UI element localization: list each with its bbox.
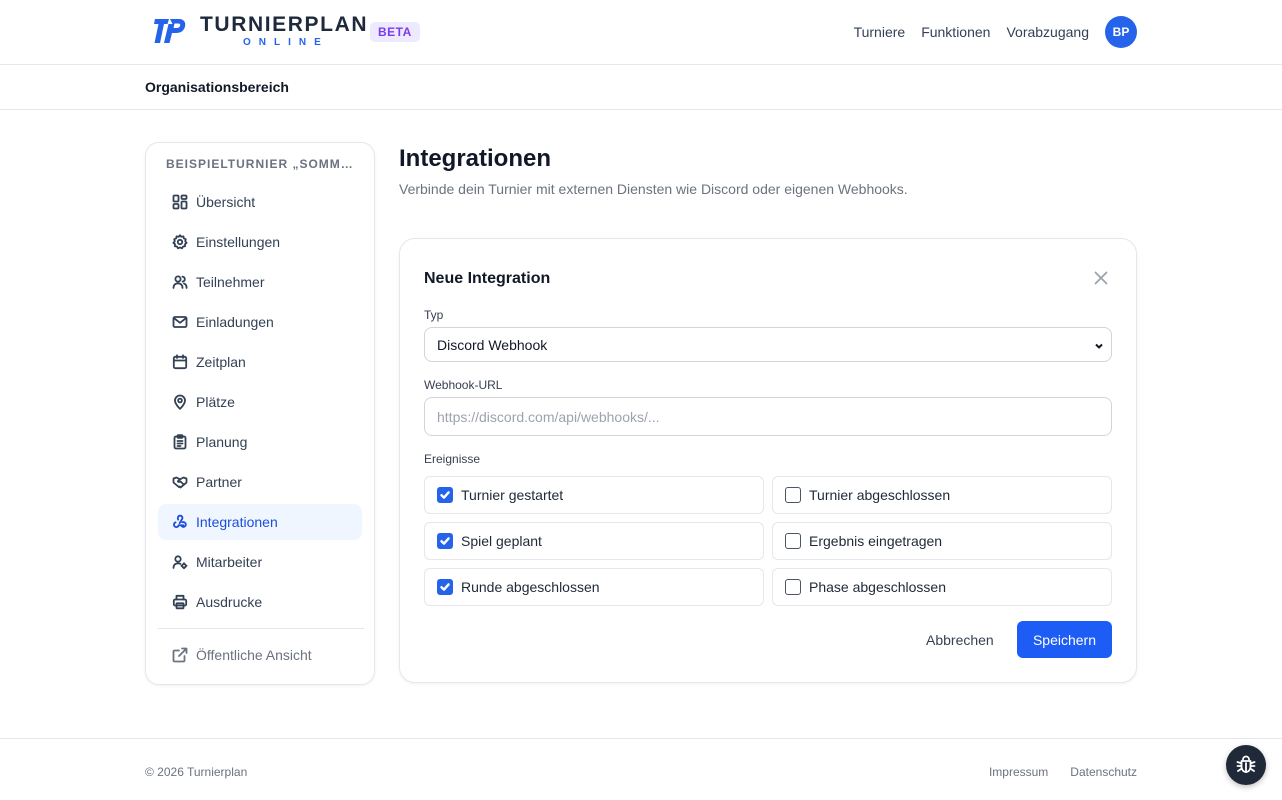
- sidebar-item-mitarbeiter[interactable]: Mitarbeiter: [158, 544, 362, 580]
- map-pin-icon: [172, 394, 188, 410]
- clipboard-icon: [172, 434, 188, 450]
- sidebar-item-label: Öffentliche Ansicht: [196, 647, 312, 663]
- logo-mark-icon: [154, 19, 186, 43]
- chevron-down-icon: [1093, 339, 1105, 351]
- check-icon: [440, 537, 450, 545]
- handshake-icon: [172, 474, 188, 490]
- event-option-runde-abgeschlossen[interactable]: Runde abgeschlossen: [424, 568, 764, 606]
- sidebar-item-label: Ausdrucke: [196, 594, 263, 610]
- webhook-url-input[interactable]: [424, 397, 1112, 436]
- tournament-name: BEISPIELTURNIER „SOMMER...: [166, 157, 356, 171]
- save-button[interactable]: Speichern: [1017, 621, 1112, 658]
- page-title: Integrationen: [399, 145, 552, 172]
- external-link-icon: [172, 647, 188, 663]
- sub-header: Organisationsbereich: [0, 65, 1282, 110]
- webhook-url-label: Webhook-URL: [424, 378, 503, 392]
- sidebar-item-label: Plätze: [196, 394, 235, 410]
- footer: © 2026 Turnierplan Impressum Datenschutz: [0, 738, 1282, 800]
- printer-icon: [172, 594, 188, 610]
- mail-icon: [172, 314, 188, 330]
- sidebar-item-einladungen[interactable]: Einladungen: [158, 304, 362, 340]
- logo-subtitle: ONLINE: [243, 37, 329, 48]
- sidebar-item-zeitplan[interactable]: Zeitplan: [158, 344, 362, 380]
- sidebar-divider: [158, 628, 364, 629]
- event-option-ergebnis-eingetragen[interactable]: Ergebnis eingetragen: [772, 522, 1112, 560]
- sidebar-item-einstellungen[interactable]: Einstellungen: [158, 224, 362, 260]
- check-icon: [440, 491, 450, 499]
- cancel-button[interactable]: Abbrechen: [914, 622, 1006, 658]
- sidebar-item-label: Zeitplan: [196, 354, 246, 370]
- webhook-icon: [172, 514, 188, 530]
- event-label: Turnier abgeschlossen: [809, 487, 951, 503]
- checkbox-checked[interactable]: [437, 579, 453, 595]
- users-icon: [172, 274, 188, 290]
- footer-links: Impressum Datenschutz: [967, 765, 1137, 779]
- calendar-icon: [172, 354, 188, 370]
- sidebar-item-label: Übersicht: [196, 194, 256, 210]
- sidebar-item-label: Teilnehmer: [196, 274, 265, 290]
- check-icon: [440, 583, 450, 591]
- sidebar-item-uebersicht[interactable]: Übersicht: [158, 184, 362, 220]
- sidebar-item-label: Einladungen: [196, 314, 274, 330]
- event-option-turnier-abgeschlossen[interactable]: Turnier abgeschlossen: [772, 476, 1112, 514]
- type-label: Typ: [424, 308, 444, 322]
- bug-icon: [1236, 755, 1256, 773]
- dashboard-icon: [172, 194, 188, 210]
- nav-link-turniere[interactable]: Turniere: [854, 24, 906, 40]
- checkbox-unchecked[interactable]: [785, 579, 801, 595]
- sidebar-item-label: Einstellungen: [196, 234, 281, 250]
- footer-link-impressum[interactable]: Impressum: [989, 765, 1048, 779]
- bug-report-button[interactable]: [1226, 745, 1266, 785]
- event-label: Runde abgeschlossen: [461, 579, 600, 595]
- beta-badge: BETA: [370, 22, 420, 42]
- event-label: Turnier gestartet: [461, 487, 564, 503]
- sidebar-item-label: Partner: [196, 474, 242, 490]
- nav-link-funktionen[interactable]: Funktionen: [921, 24, 990, 40]
- card-title: Neue Integration: [424, 270, 551, 287]
- event-option-spiel-geplant[interactable]: Spiel geplant: [424, 522, 764, 560]
- event-label: Phase abgeschlossen: [809, 579, 946, 595]
- sidebar-item-public-view[interactable]: Öffentliche Ansicht: [158, 637, 362, 673]
- close-button[interactable]: [1092, 269, 1110, 287]
- sidebar-item-label: Mitarbeiter: [196, 554, 263, 570]
- event-option-phase-abgeschlossen[interactable]: Phase abgeschlossen: [772, 568, 1112, 606]
- sidebar-nav: Übersicht Einstellungen Teilnehmer Einla…: [158, 184, 362, 624]
- sidebar-item-planung[interactable]: Planung: [158, 424, 362, 460]
- logo-title: TURNIERPLAN: [200, 13, 369, 36]
- user-gear-icon: [172, 554, 188, 570]
- event-option-turnier-gestartet[interactable]: Turnier gestartet: [424, 476, 764, 514]
- page-description: Verbinde dein Turnier mit externen Diens…: [399, 181, 908, 197]
- sidebar-item-integrationen[interactable]: Integrationen: [158, 504, 362, 540]
- checkbox-unchecked[interactable]: [785, 533, 801, 549]
- top-navigation-bar: TURNIERPLAN ONLINE BETA Turniere Funktio…: [0, 0, 1282, 65]
- copyright: © 2026 Turnierplan: [145, 765, 248, 779]
- checkbox-unchecked[interactable]: [785, 487, 801, 503]
- checkbox-checked[interactable]: [437, 533, 453, 549]
- logo[interactable]: TURNIERPLAN ONLINE: [152, 14, 368, 48]
- sidebar-item-label: Integrationen: [196, 514, 278, 530]
- nav-link-vorabzugang[interactable]: Vorabzugang: [1006, 24, 1089, 40]
- sidebar-item-partner[interactable]: Partner: [158, 464, 362, 500]
- new-integration-card: Neue Integration Typ Discord Webhook Web…: [399, 238, 1137, 683]
- type-select[interactable]: Discord Webhook: [424, 327, 1112, 362]
- user-avatar[interactable]: BP: [1105, 16, 1137, 48]
- events-label: Ereignisse: [424, 452, 481, 466]
- sidebar-item-plaetze[interactable]: Plätze: [158, 384, 362, 420]
- gear-icon: [172, 234, 188, 250]
- sidebar-item-teilnehmer[interactable]: Teilnehmer: [158, 264, 362, 300]
- events-grid: Turnier gestartet Turnier abgeschlossen …: [424, 476, 1112, 606]
- sidebar-item-ausdrucke[interactable]: Ausdrucke: [158, 584, 362, 620]
- main-nav: Turniere Funktionen Vorabzugang BP: [838, 16, 1137, 48]
- sidebar-item-label: Planung: [196, 434, 248, 450]
- event-label: Ergebnis eingetragen: [809, 533, 943, 549]
- close-icon: [1094, 271, 1108, 285]
- sidebar: BEISPIELTURNIER „SOMMER... Übersicht Ein…: [145, 142, 375, 685]
- checkbox-checked[interactable]: [437, 487, 453, 503]
- section-title: Organisationsbereich: [145, 79, 289, 95]
- type-select-value: Discord Webhook: [437, 336, 548, 353]
- event-label: Spiel geplant: [461, 533, 542, 549]
- footer-link-datenschutz[interactable]: Datenschutz: [1070, 765, 1137, 779]
